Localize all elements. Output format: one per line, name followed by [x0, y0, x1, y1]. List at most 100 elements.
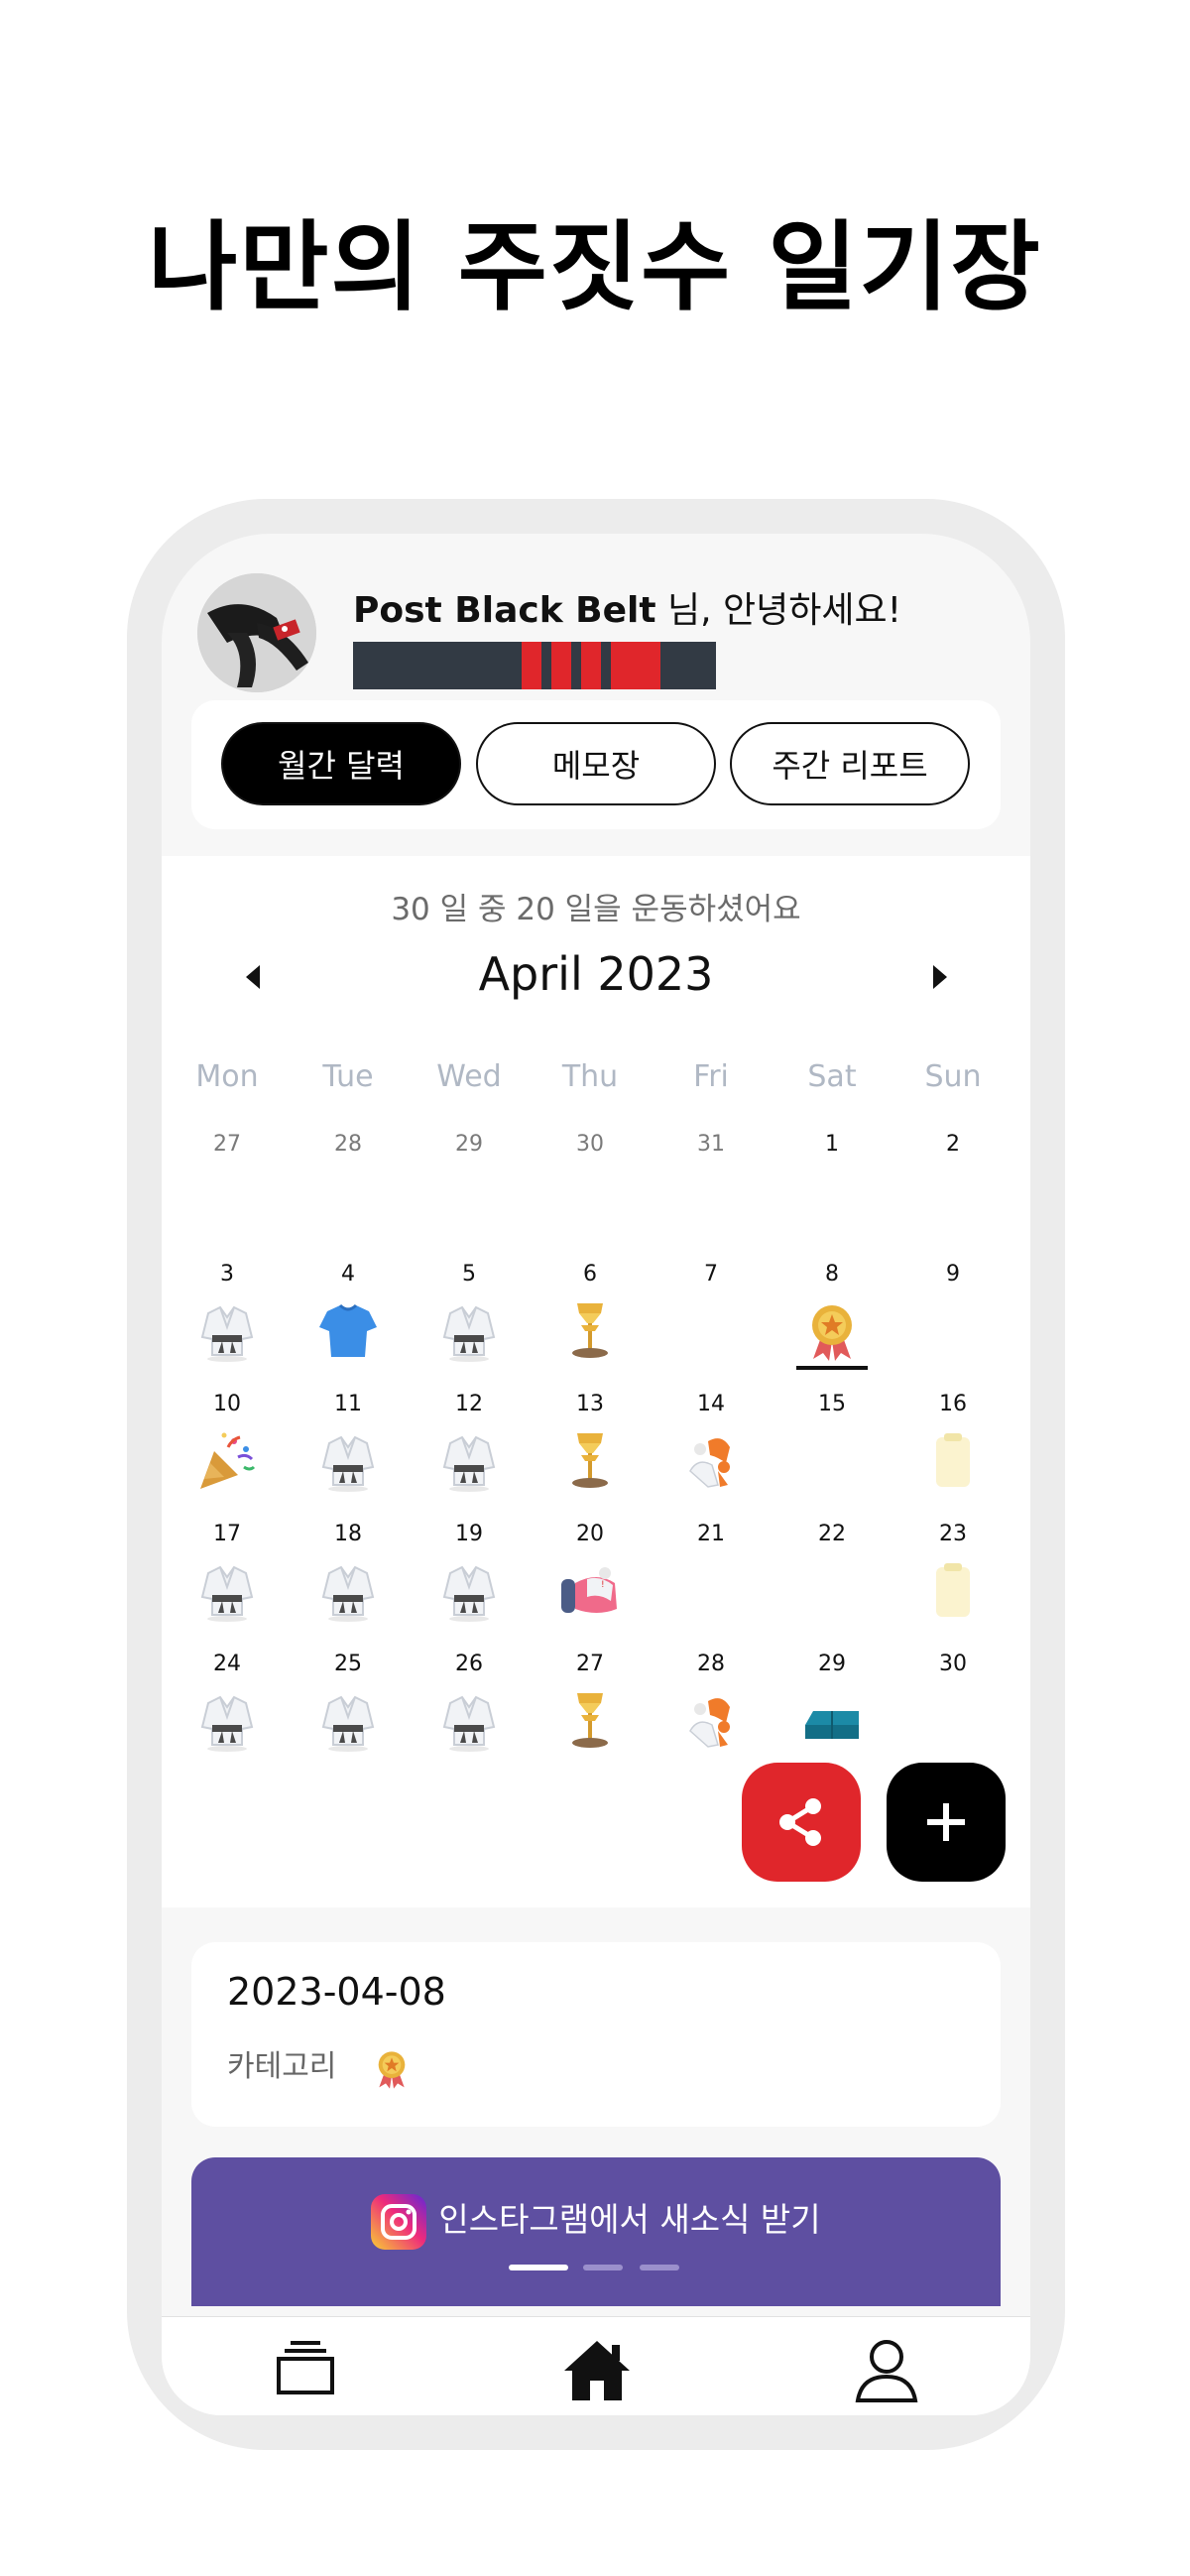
calendar-day[interactable]: 12	[409, 1392, 530, 1416]
calendar-day[interactable]: 23	[892, 1522, 1013, 1546]
tab-memo[interactable]: 메모장	[476, 722, 716, 805]
belt-stripe	[581, 642, 601, 689]
calendar-day[interactable]: 18	[288, 1522, 409, 1546]
calendar-day[interactable]: 28	[651, 1652, 772, 1676]
gi-icon	[321, 1695, 375, 1752]
share-button[interactable]	[742, 1763, 861, 1882]
takedown-icon	[689, 1438, 730, 1488]
calendar-day[interactable]: 27	[530, 1652, 651, 1676]
calendar-day[interactable]: 10	[167, 1392, 288, 1416]
takedown-icon	[689, 1698, 730, 1748]
bottom-navigation	[162, 2316, 1030, 2415]
home-icon[interactable]	[562, 2337, 632, 2402]
calendar-day[interactable]: 29	[409, 1132, 530, 1157]
calendar-day[interactable]: 30	[530, 1132, 651, 1157]
weekday-label: Mon	[195, 1059, 259, 1094]
party-popper-icon	[200, 1432, 256, 1489]
user-name: Post Black Belt	[353, 590, 656, 631]
calendar-day[interactable]: 3	[167, 1262, 288, 1287]
belt-rank	[353, 642, 716, 689]
profile-header: Post Black Belt 님, 안녕하세요!	[162, 553, 1030, 702]
calendar-day[interactable]: 21	[651, 1522, 772, 1546]
share-icon	[779, 1798, 821, 1846]
gi-icon	[442, 1695, 496, 1752]
instagram-banner[interactable]: 인스타그램에서 새소식 받기	[191, 2157, 1001, 2306]
banner-text: 인스타그램에서 새소식 받기	[438, 2200, 821, 2239]
belt-stripe	[551, 642, 571, 689]
month-title: April 2023	[478, 947, 714, 1001]
category-row: 카테고리	[227, 2041, 414, 2093]
view-tabs: 월간 달력 메모장 주간 리포트	[191, 700, 1001, 829]
trophy-icon	[572, 1693, 608, 1748]
gi-icon	[200, 1565, 254, 1622]
weekday-label: Tue	[322, 1059, 374, 1094]
calendar-day[interactable]: 15	[772, 1392, 892, 1416]
carousel-dot-active[interactable]	[509, 2265, 568, 2270]
gi-icon	[442, 1305, 496, 1362]
calendar-day[interactable]: 28	[288, 1132, 409, 1157]
calendar-day[interactable]: 30	[892, 1652, 1013, 1676]
weekday-label: Sun	[924, 1059, 982, 1094]
workout-summary: 30 일 중 20 일을 운동하셨어요	[391, 892, 801, 927]
calendar-day[interactable]: 29	[772, 1652, 892, 1676]
calendar-day[interactable]: 2	[892, 1132, 1013, 1157]
calendar-day[interactable]: 16	[892, 1392, 1013, 1416]
selected-day-underline	[796, 1366, 868, 1370]
calendar-day[interactable]: 22	[772, 1522, 892, 1546]
profile-icon[interactable]	[854, 2337, 919, 2402]
calendar-day[interactable]: 4	[288, 1262, 409, 1287]
medal-icon	[378, 2050, 406, 2089]
gi-icon	[321, 1435, 375, 1492]
calendar-day[interactable]: 17	[167, 1522, 288, 1546]
calendar-day[interactable]: 8	[772, 1262, 892, 1287]
trophy-icon	[572, 1303, 608, 1358]
weekday-label: Thu	[561, 1059, 619, 1094]
selected-day-card[interactable]: 2023-04-08 카테고리	[191, 1942, 1001, 2127]
gi-icon	[442, 1435, 496, 1492]
calendar-day[interactable]: 26	[409, 1652, 530, 1676]
app-screen: Post Black Belt 님, 안녕하세요! 월간 달력 메모장 주간 리…	[162, 534, 1030, 2415]
calendar-day[interactable]: 9	[892, 1262, 1013, 1287]
calendar-day[interactable]: 14	[651, 1392, 772, 1416]
calendar-day[interactable]: 13	[530, 1392, 651, 1416]
calendar-day[interactable]: 24	[167, 1652, 288, 1676]
greeting: Post Black Belt 님, 안녕하세요!	[353, 581, 901, 633]
weekday-header: Mon Tue Wed Thu Fri Sat Sun	[162, 1059, 1030, 1099]
calendar-day[interactable]: 20	[530, 1522, 651, 1546]
tab-monthly-calendar[interactable]: 월간 달력	[221, 722, 461, 805]
belt-bar	[611, 642, 660, 689]
weekday-label: Wed	[436, 1059, 502, 1094]
gi-icon	[321, 1565, 375, 1622]
weekday-label: Fri	[693, 1059, 729, 1094]
calendar-day[interactable]: 27	[167, 1132, 288, 1157]
calendar-day[interactable]: 6	[530, 1262, 651, 1287]
calendar-day[interactable]: 25	[288, 1652, 409, 1676]
avatar[interactable]	[197, 573, 316, 692]
next-month-icon[interactable]	[933, 965, 947, 989]
calendar-day[interactable]: 19	[409, 1522, 530, 1546]
phone-frame: Post Black Belt 님, 안녕하세요! 월간 달력 메모장 주간 리…	[127, 499, 1065, 2450]
calendar-day[interactable]: 11	[288, 1392, 409, 1416]
weekday-label: Sat	[807, 1059, 857, 1094]
svg-text:!: !	[601, 1580, 605, 1590]
cards-icon[interactable]	[273, 2337, 338, 2396]
add-entry-button[interactable]	[887, 1763, 1006, 1882]
gi-icon	[442, 1565, 496, 1622]
prev-month-icon[interactable]	[246, 965, 260, 989]
calendar-day[interactable]: 5	[409, 1262, 530, 1287]
calendar-day[interactable]: 1	[772, 1132, 892, 1157]
grappling-icon: !	[561, 1567, 617, 1613]
gi-icon	[200, 1305, 254, 1362]
category-label: 카테고리	[227, 2049, 337, 2084]
calendar-day[interactable]: 31	[651, 1132, 772, 1157]
page-headline: 나만의 주짓수 일기장	[148, 211, 1042, 324]
belt-stripe	[522, 642, 541, 689]
tab-weekly-report[interactable]: 주간 리포트	[730, 722, 970, 805]
carousel-dot[interactable]	[640, 2265, 679, 2270]
calendar-day[interactable]: 7	[651, 1262, 772, 1287]
selected-date: 2023-04-08	[227, 1970, 446, 2014]
note-icon	[936, 1433, 970, 1487]
medal-icon	[812, 1305, 852, 1361]
note-icon	[936, 1563, 970, 1617]
carousel-dot[interactable]	[583, 2265, 623, 2270]
